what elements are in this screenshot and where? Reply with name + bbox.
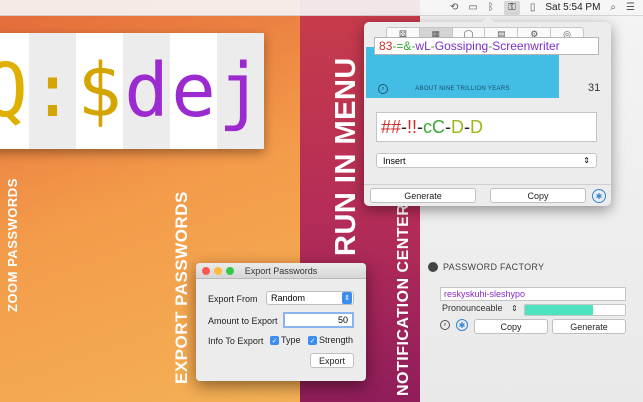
export-from-select[interactable]: Random ⇕ [266, 291, 354, 305]
strength-meter [524, 304, 626, 316]
list-icon[interactable]: ☰ [626, 2, 635, 13]
battery-icon[interactable]: ▯ [530, 2, 536, 13]
zoom-char: Q [0, 48, 28, 134]
notification-center-label: NOTIFICATION CENTER [395, 203, 412, 396]
window-titlebar: Export Passwords [196, 263, 366, 279]
gear-icon[interactable]: ✱ [456, 319, 468, 331]
strength-checkbox[interactable]: ✓ Strength [308, 335, 354, 346]
search-icon[interactable]: ⌕ [440, 320, 450, 330]
search-icon[interactable]: ⌕ [610, 2, 616, 13]
pattern-char: r [555, 39, 560, 53]
export-from-value: Random [271, 293, 306, 303]
export-passwords-label: EXPORT PASSWORDS [172, 191, 191, 384]
widget-generate-button[interactable]: Generate [552, 319, 626, 334]
copy-button[interactable]: Copy [490, 188, 586, 203]
chevron-updown-icon: ⇕ [342, 292, 352, 304]
pattern-char: e [510, 39, 517, 53]
export-passwords-window: Export Passwords Export From Random ⇕ Am… [196, 263, 366, 381]
insert-select[interactable]: Insert ⇕ [376, 153, 597, 168]
pattern-char: e [548, 39, 556, 53]
strength-label: Strength [319, 335, 354, 345]
pattern-char: w [530, 39, 539, 53]
widget-title: PASSWORD FACTORY [443, 262, 545, 272]
zoom-char: : [29, 33, 76, 149]
zoom-char: e [171, 48, 216, 134]
zoom-passwords-label: ZOOM PASSWORDS [5, 178, 20, 312]
checkmark-icon: ✓ [308, 336, 317, 346]
checkmark-icon: ✓ [270, 336, 279, 346]
output-segment: cC [423, 117, 446, 137]
window-title: Export Passwords [244, 265, 318, 276]
amount-input[interactable]: 50 [283, 312, 354, 328]
crack-time-hint: ABOUT NINE TRILLION YEARS [415, 86, 510, 92]
display-icon[interactable]: ▭ [468, 2, 477, 13]
popover-footer: Generate Copy ✱ [364, 184, 611, 206]
type-checkbox[interactable]: ✓ Type [270, 335, 301, 346]
mode-value: Pronounceable [442, 303, 503, 313]
type-label: Type [281, 335, 301, 345]
pattern-char: 8 [379, 39, 386, 53]
bluetooth-icon[interactable]: ᛒ [488, 2, 494, 13]
app-logo-icon [428, 262, 438, 272]
export-button[interactable]: Export [310, 353, 354, 368]
mode-select[interactable]: Pronounceable ⇕ [442, 303, 518, 313]
time-machine-icon[interactable]: ⟲ [450, 2, 458, 13]
zoom-password-strip: Q: $ d e j [0, 33, 264, 149]
widget-copy-button[interactable]: Copy [474, 319, 548, 334]
output-segment: D [451, 117, 465, 137]
export-from-label: Export From [208, 294, 258, 304]
minimize-button[interactable] [214, 267, 222, 275]
pattern-char: o [444, 39, 451, 53]
info-label: Info To Export [208, 336, 264, 346]
output-segment: ## [381, 117, 402, 137]
password-length: 31 [588, 82, 601, 94]
pattern-char: G [434, 39, 445, 53]
insert-label: Insert [383, 155, 406, 166]
run-in-menu-label: RUN IN MENU [330, 57, 362, 256]
notification-widget: PASSWORD FACTORY reskyskuhi-sleshypo Pro… [428, 258, 636, 338]
menu-popover: ⚄ ▦ ◯ ▤ ⚙ ◎ PATTERN ⌕ ABOUT NINE TRILLIO… [364, 16, 611, 206]
amount-label: Amount to Export [208, 316, 278, 326]
generated-password[interactable]: ##-!!-cC-D-D [376, 112, 597, 142]
zoom-char: d [123, 33, 170, 149]
output-segment: D [470, 117, 484, 137]
widget-password-field[interactable]: reskyskuhi-sleshypo [440, 287, 626, 301]
chevron-updown-icon: ⇕ [583, 156, 590, 165]
gear-icon[interactable]: ✱ [592, 189, 606, 203]
menu-bar: ⟲ ▭ ᛒ ⚿ ▯ Sat 5:54 PM ⌕ ☰ [0, 0, 643, 16]
pattern-input[interactable]: 83-=&-wL-Gossiping-Screenwriter [374, 37, 599, 55]
pattern-char: e [516, 39, 524, 53]
widget-header: PASSWORD FACTORY [428, 262, 544, 272]
key-icon[interactable]: ⚿ [503, 0, 520, 15]
zoom-char: j [217, 33, 264, 149]
zoom-button[interactable] [226, 267, 234, 275]
chevron-updown-icon: ⇕ [511, 304, 518, 313]
pattern-char: w [415, 39, 425, 53]
pattern-char: L [424, 39, 431, 53]
close-button[interactable] [202, 267, 210, 275]
output-segment: !! [407, 117, 418, 137]
pattern-char: n [474, 39, 482, 53]
strength-fill [525, 305, 593, 315]
zoom-char: $ [77, 48, 122, 134]
generate-button[interactable]: Generate [370, 188, 476, 203]
clock[interactable]: Sat 5:54 PM [545, 2, 600, 13]
